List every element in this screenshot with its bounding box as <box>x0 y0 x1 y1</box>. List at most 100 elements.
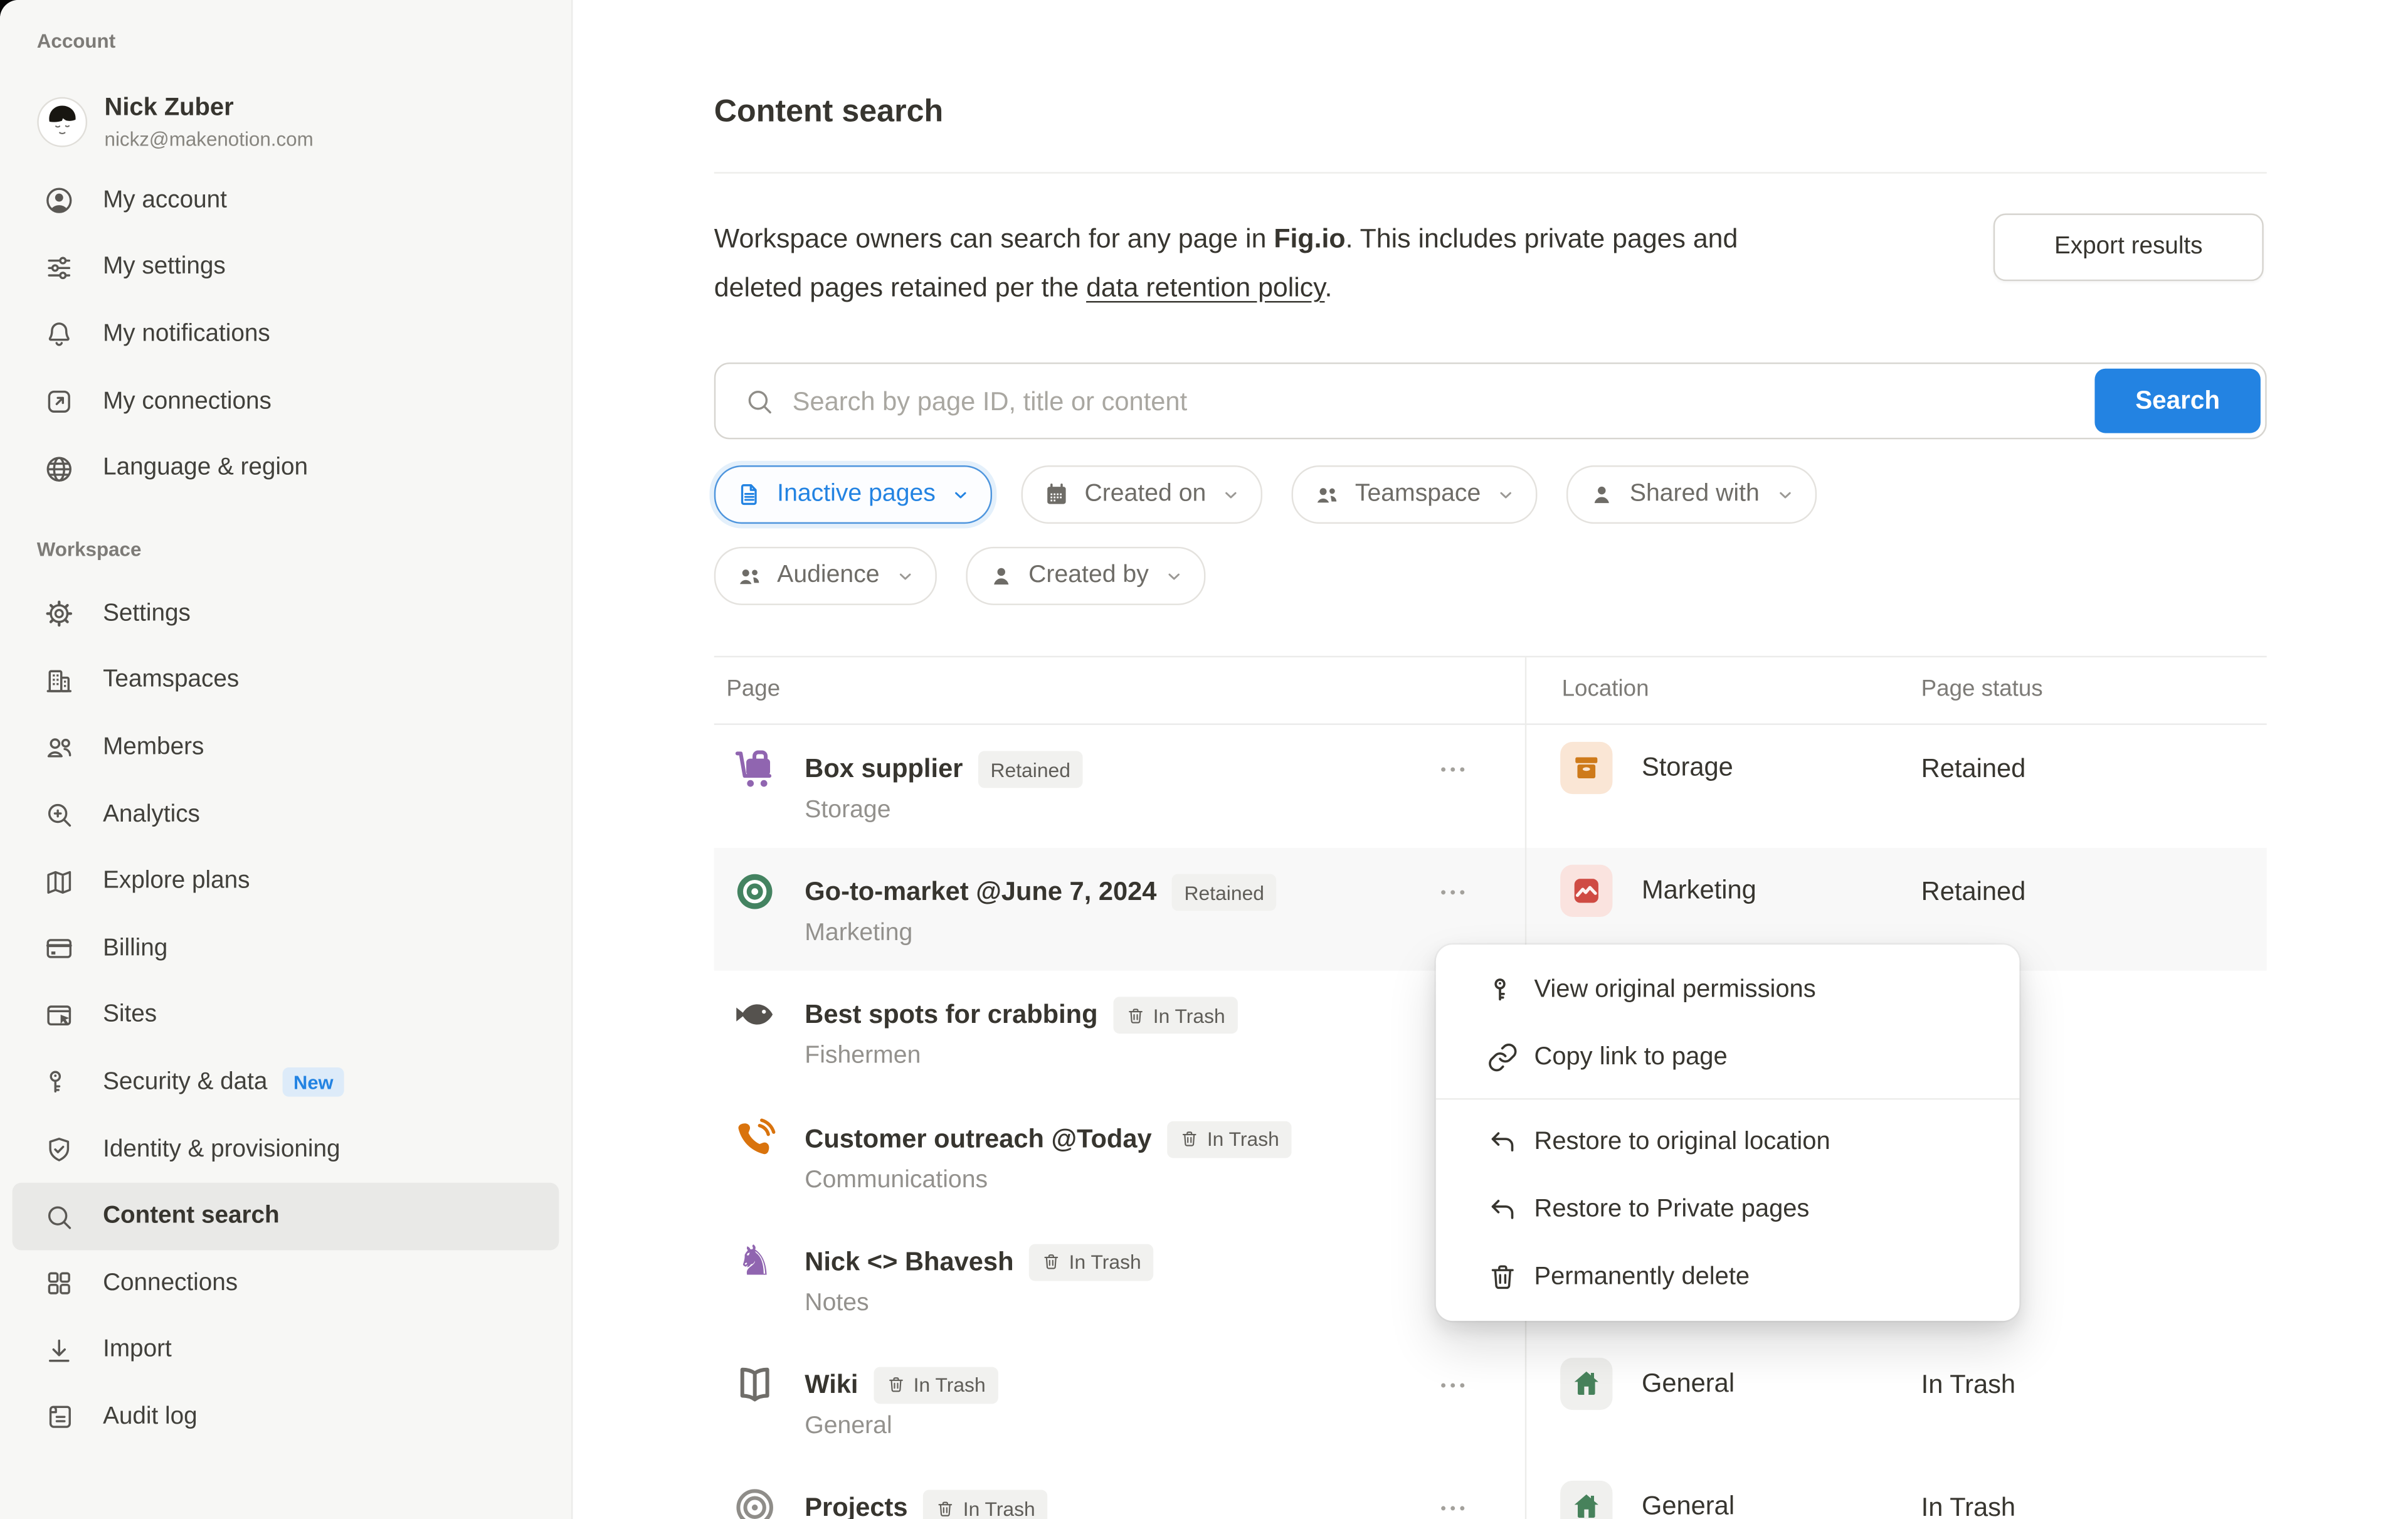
link-icon <box>1487 1040 1519 1072</box>
page-subtitle: General <box>805 1413 892 1441</box>
sidebar-item-explore-plans[interactable]: Explore plans <box>13 849 559 916</box>
title-divider <box>714 172 2267 173</box>
row-menu-button[interactable] <box>1434 754 1471 785</box>
bullseye-icon <box>731 1484 779 1519</box>
storage-icon <box>1560 742 1612 794</box>
user-name: Nick Zuber <box>105 92 314 123</box>
calendar-icon <box>1043 481 1070 509</box>
filter-chips-row-2: Audience Created by <box>714 547 2267 605</box>
location-cell: Marketing <box>1560 865 1756 917</box>
search-input[interactable] <box>789 366 2101 440</box>
sidebar-item-my-connections[interactable]: My connections <box>13 368 559 435</box>
filter-chip-inactive-pages[interactable]: Inactive pages <box>714 465 993 524</box>
import-icon <box>43 1335 75 1367</box>
chevron-down-icon <box>951 485 971 505</box>
page-subtitle: Storage <box>805 797 890 825</box>
target-icon <box>731 868 779 916</box>
map-icon <box>43 865 75 897</box>
status-badge: Retained <box>978 751 1083 788</box>
person-icon <box>987 562 1015 590</box>
key-icon <box>1487 973 1519 1005</box>
sidebar-item-import[interactable]: Import <box>13 1317 559 1384</box>
table-row-box-supplier[interactable]: Box supplier Retained Storage Storage Re… <box>714 725 2267 848</box>
people-icon <box>736 562 763 590</box>
chart-icon <box>1560 865 1612 917</box>
filter-chips-row-1: Inactive pages Created on Teamspace Shar… <box>714 465 2267 524</box>
scroll-icon <box>43 1401 75 1433</box>
account-nav: My account My settings My notifications … <box>0 167 571 502</box>
status-badge: In Trash <box>1167 1121 1291 1158</box>
analytics-icon <box>43 799 75 831</box>
person-icon <box>1588 481 1616 509</box>
page-title-cell: Wiki <box>805 1370 858 1400</box>
sidebar: Account Nick Zuber nickz@makenotion.com … <box>0 0 573 1519</box>
sidebar-item-sites[interactable]: Sites <box>13 982 559 1049</box>
sidebar-item-security-data[interactable]: Security & data New <box>13 1049 559 1116</box>
trash-icon <box>936 1498 956 1518</box>
people-icon <box>1314 481 1341 509</box>
page-title-cell: Box supplier <box>805 754 963 785</box>
status-badge: Retained <box>1172 874 1277 911</box>
trash-icon <box>886 1375 906 1395</box>
sidebar-item-my-account[interactable]: My account <box>13 167 559 235</box>
menu-item-copy-link-to-page[interactable]: Copy link to page <box>1436 1023 2020 1091</box>
filter-chip-teamspace[interactable]: Teamspace <box>1292 465 1537 524</box>
data-retention-policy-link[interactable]: data retention policy <box>1086 272 1324 302</box>
sidebar-item-analytics[interactable]: Analytics <box>13 781 559 849</box>
export-results-button[interactable]: Export results <box>1993 213 2264 281</box>
sidebar-item-identity-provisioning[interactable]: Identity & provisioning <box>13 1116 559 1183</box>
page-title-cell: Projects <box>805 1493 907 1519</box>
main-panel: Content search Workspace owners can sear… <box>573 0 2408 1519</box>
page-status-cell: In Trash <box>1921 1370 2015 1400</box>
chevron-down-icon <box>1775 485 1795 505</box>
menu-item-permanently-delete[interactable]: Permanently delete <box>1436 1242 2020 1310</box>
sidebar-item-my-settings[interactable]: My settings <box>13 235 559 302</box>
book-icon <box>731 1361 779 1409</box>
search-button[interactable]: Search <box>2094 369 2260 433</box>
sidebar-item-connections[interactable]: Connections <box>13 1250 559 1317</box>
sidebar-item-audit-log[interactable]: Audit log <box>13 1384 559 1451</box>
table-row-wiki[interactable]: Wiki In Trash General General In Trash <box>714 1341 2267 1464</box>
page-status-cell: In Trash <box>1921 1493 2015 1519</box>
sidebar-item-my-notifications[interactable]: My notifications <box>13 301 559 368</box>
arrow-square-icon <box>43 386 75 418</box>
row-context-menu: View original permissions Copy link to p… <box>1436 945 2020 1321</box>
menu-item-restore-to-original-location[interactable]: Restore to original location <box>1436 1108 2020 1175</box>
menu-item-restore-to-private-pages[interactable]: Restore to Private pages <box>1436 1175 2020 1242</box>
restore-arrow-icon <box>1487 1125 1519 1157</box>
page-subtitle: Fishermen <box>805 1044 921 1071</box>
sidebar-item-billing[interactable]: Billing <box>13 915 559 982</box>
row-menu-button[interactable] <box>1434 1370 1471 1400</box>
filter-chip-created-by[interactable]: Created by <box>966 547 1206 605</box>
menu-item-view-original-permissions[interactable]: View original permissions <box>1436 955 2020 1023</box>
fish-icon <box>731 992 779 1039</box>
sidebar-item-teamspaces[interactable]: Teamspaces <box>13 647 559 714</box>
filter-chip-shared-with[interactable]: Shared with <box>1566 465 1816 524</box>
sidebar-item-members[interactable]: Members <box>13 714 559 781</box>
account-section-label: Account <box>37 28 571 55</box>
house-icon <box>1560 1481 1612 1519</box>
horse-icon: ♞ <box>731 1237 779 1285</box>
sidebar-item-language-region[interactable]: Language & region <box>13 435 559 502</box>
sidebar-item-content-search[interactable]: Content search <box>13 1183 559 1250</box>
row-menu-button[interactable] <box>1434 1493 1471 1519</box>
row-menu-button[interactable] <box>1434 877 1471 908</box>
sites-icon <box>43 1000 75 1032</box>
card-icon <box>43 933 75 965</box>
filter-chip-audience[interactable]: Audience <box>714 547 936 605</box>
globe-icon <box>43 453 75 485</box>
filter-chip-created-on[interactable]: Created on <box>1022 465 1263 524</box>
gear-icon <box>43 598 75 630</box>
page-status-cell: Retained <box>1921 754 2026 785</box>
avatar <box>37 96 88 147</box>
page-title-cell: Nick <> Bhavesh <box>805 1247 1013 1278</box>
table-row-projects[interactable]: Projects In Trash General In Trash <box>714 1464 2267 1519</box>
user-email: nickz@makenotion.com <box>105 127 314 151</box>
workspace-section-label: Workspace <box>37 536 571 564</box>
chevron-down-icon <box>1164 566 1184 586</box>
key-icon <box>43 1067 75 1099</box>
sidebar-item-settings[interactable]: Settings <box>13 581 559 648</box>
page-subtitle: Marketing <box>805 920 912 948</box>
page-title-cell: Best spots for crabbing <box>805 1000 1097 1031</box>
location-cell: General <box>1560 1358 1735 1410</box>
